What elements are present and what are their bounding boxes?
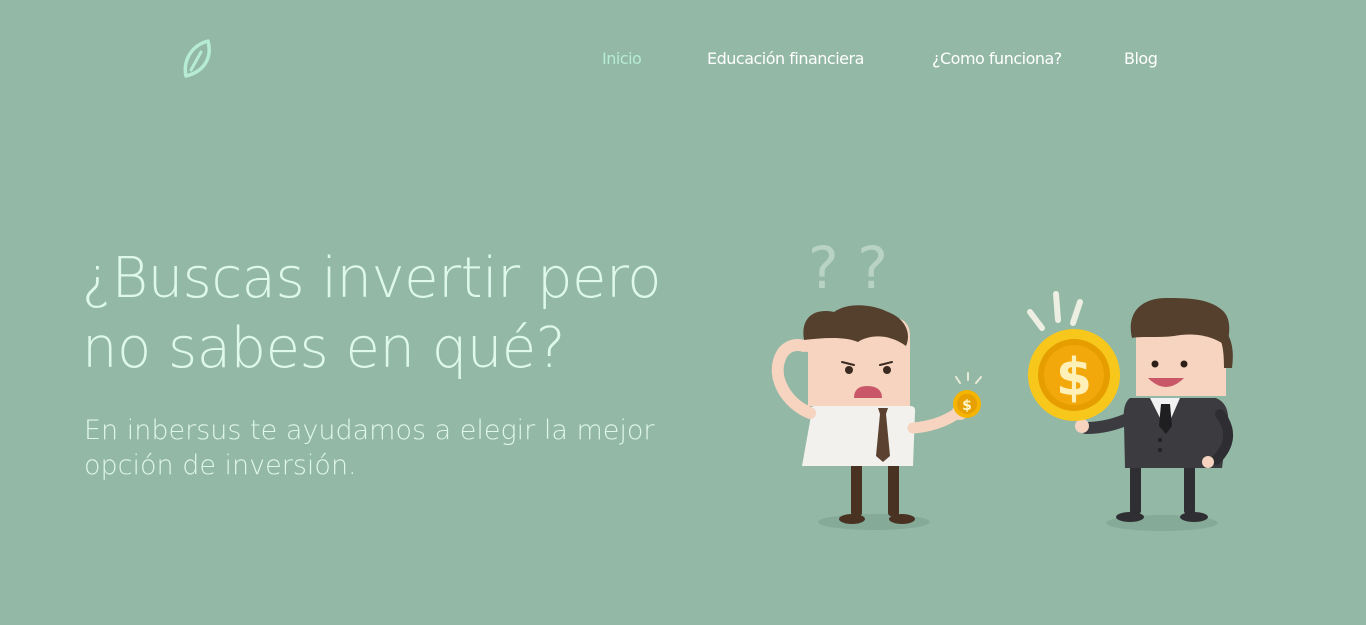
hero-title: ¿Buscas invertir pero no sabes en qué? bbox=[82, 246, 662, 381]
nav-item-como-funciona[interactable]: ¿Como funciona? bbox=[932, 48, 1062, 70]
question-marks: ? ? bbox=[808, 234, 888, 302]
nav-item-educacion-financiera[interactable]: Educación financiera bbox=[707, 48, 864, 70]
confused-man: $ bbox=[771, 305, 982, 524]
small-coin-icon: $ bbox=[953, 390, 981, 418]
main-nav: Inicio Educación financiera ¿Como funcio… bbox=[0, 48, 1366, 72]
nav-item-blog[interactable]: Blog bbox=[1124, 48, 1158, 70]
hero-subtitle: En inbersus te ayudamos a elegir la mejo… bbox=[84, 415, 655, 481]
svg-text:$: $ bbox=[962, 398, 972, 414]
happy-businessman: $ bbox=[1027, 291, 1233, 522]
svg-text:$: $ bbox=[1056, 348, 1092, 408]
investors-illustration: ? ? $ $ bbox=[771, 234, 1233, 531]
nav-item-inicio[interactable]: Inicio bbox=[602, 48, 642, 70]
big-coin-icon: $ bbox=[1028, 329, 1120, 421]
